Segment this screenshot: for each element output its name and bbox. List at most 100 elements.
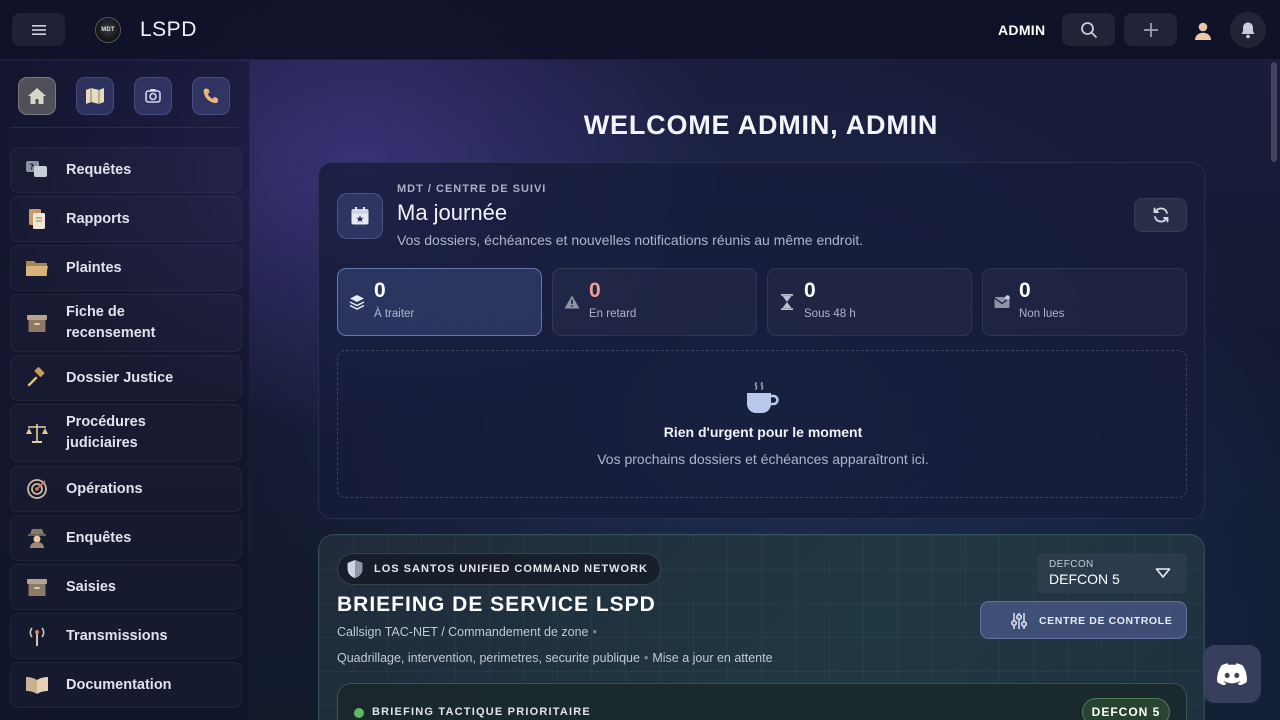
empty-subtitle: Vos prochains dossiers et échéances appa… (597, 451, 929, 467)
mail-icon (993, 293, 1011, 311)
chevron-down-icon (1155, 568, 1171, 578)
sidebar-item-rapports[interactable]: Rapports (10, 196, 242, 242)
detective-icon (25, 526, 49, 550)
profile-button[interactable] (1190, 18, 1216, 44)
control-center-button[interactable]: CENTRE DE CONTROLE (980, 601, 1187, 639)
box-icon (25, 575, 49, 599)
sidebar-item-dossier-justice[interactable]: Dossier Justice (10, 355, 242, 401)
sidebar-item-procedures[interactable]: Procédures judiciaires (10, 404, 242, 462)
sidebar-item-label: Plaintes (66, 259, 122, 276)
priority-briefing-panel[interactable]: BRIEFING TACTIQUE PRIORITAIRE DEFCON 5 (337, 683, 1187, 720)
stat-label: En retard (589, 308, 637, 320)
refresh-icon (1153, 207, 1168, 223)
briefing-title: BRIEFING DE SERVICE LSPD (337, 593, 656, 616)
empty-state: Rien d'urgent pour le moment Vos prochai… (337, 350, 1187, 498)
card-subtitle: Vos dossiers, échéances et nouvelles not… (397, 232, 864, 248)
sidebar-divider (10, 127, 238, 128)
requests-icon: ? (25, 158, 49, 182)
reports-icon (25, 207, 49, 231)
stat-label: À traiter (374, 308, 415, 320)
book-icon (25, 673, 49, 697)
target-icon (25, 477, 49, 501)
day-card: MDT / CENTRE DE SUIVI Ma journée Vos dos… (318, 162, 1205, 519)
menu-button[interactable] (12, 13, 65, 46)
sidebar-item-label: Transmissions (66, 627, 168, 644)
page-scrollbar[interactable] (1271, 62, 1277, 162)
stat-value: 0 (589, 279, 601, 302)
network-name: LOS SANTOS UNIFIED COMMAND NETWORK (374, 563, 648, 575)
sidebar-item-recensement[interactable]: Fiche de recensement (10, 294, 242, 352)
stat-within-48h[interactable]: 0 Sous 48 h (767, 268, 972, 336)
stat-unread[interactable]: 0 Non lues (982, 268, 1187, 336)
gavel-icon (25, 366, 49, 390)
briefing-scope: Quadrillage, intervention, perimetres, s… (337, 651, 773, 665)
sidebar-item-label: Dossier Justice (66, 369, 174, 386)
discord-icon (1217, 663, 1247, 685)
quick-actions (18, 77, 230, 115)
sidebar-item-plaintes[interactable]: Plaintes (10, 245, 242, 291)
defcon-select[interactable]: DEFCON DEFCON 5 (1037, 553, 1187, 593)
sidebar-item-label: Fiche de recensement (66, 304, 156, 341)
sidebar-item-operations[interactable]: Opérations (10, 466, 242, 512)
stat-to-process[interactable]: 0 À traiter (337, 268, 542, 336)
network-badge: LOS SANTOS UNIFIED COMMAND NETWORK (337, 553, 661, 585)
discord-button[interactable] (1203, 645, 1261, 703)
user-icon (1195, 22, 1211, 40)
stat-value: 0 (374, 279, 386, 302)
defcon-badge: DEFCON 5 (1082, 698, 1170, 720)
coffee-icon (747, 382, 779, 413)
archive-icon (25, 311, 49, 335)
brand-logo[interactable]: MDT (95, 17, 121, 43)
shield-icon (347, 560, 363, 578)
sidebar: ? Requêtes Rapports Plaintes Fiche de re… (0, 61, 250, 720)
priority-briefing-label: BRIEFING TACTIQUE PRIORITAIRE (372, 706, 591, 718)
sidebar-item-enquetes[interactable]: Enquêtes (10, 515, 242, 561)
sliders-icon (1010, 613, 1028, 629)
stat-value: 0 (804, 279, 816, 302)
sidebar-item-label: Requêtes (66, 161, 132, 178)
status-dot (354, 708, 364, 718)
sidebar-item-documentation[interactable]: Documentation (10, 662, 242, 708)
sidebar-item-label: Procédures judiciaires (66, 414, 146, 451)
refresh-button[interactable] (1134, 198, 1187, 232)
warning-icon (563, 293, 581, 311)
brand-name: LSPD (140, 18, 197, 41)
stat-label: Sous 48 h (804, 308, 856, 320)
card-title: Ma journée (397, 200, 508, 225)
sidebar-item-transmissions[interactable]: Transmissions (10, 613, 242, 659)
briefing-callsign: Callsign TAC-NET / Commandement de zone • (337, 625, 597, 639)
briefing-card: LOS SANTOS UNIFIED COMMAND NETWORK BRIEF… (318, 534, 1205, 720)
hourglass-icon (778, 293, 796, 311)
calendar-icon (337, 193, 383, 239)
search-button[interactable] (1062, 13, 1115, 46)
antenna-icon (25, 624, 49, 648)
scales-icon (25, 421, 49, 445)
plus-icon (1143, 22, 1158, 37)
current-user[interactable]: ADMIN (998, 22, 1045, 38)
stat-overdue[interactable]: 0 En retard (552, 268, 757, 336)
sidebar-item-saisies[interactable]: Saisies (10, 564, 242, 610)
stat-label: Non lues (1019, 308, 1065, 320)
quick-phone-button[interactable] (192, 77, 230, 115)
quick-camera-button[interactable] (134, 77, 172, 115)
sidebar-item-requetes[interactable]: ? Requêtes (10, 147, 242, 193)
quick-home-button[interactable] (18, 77, 56, 115)
sidebar-item-label: Enquêtes (66, 529, 132, 546)
bell-icon (1241, 22, 1255, 39)
sidebar-item-label: Opérations (66, 480, 143, 497)
sidebar-item-label: Saisies (66, 578, 116, 595)
defcon-select-label: DEFCON (1049, 559, 1094, 570)
phone-icon (203, 88, 219, 104)
folder-icon (25, 256, 49, 280)
quick-map-button[interactable] (76, 77, 114, 115)
top-bar: MDT LSPD ADMIN (0, 0, 1280, 60)
search-icon (1080, 21, 1097, 38)
defcon-select-value: DEFCON 5 (1049, 571, 1120, 587)
hamburger-icon (31, 24, 46, 35)
card-eyebrow: MDT / CENTRE DE SUIVI (397, 183, 547, 195)
camera-icon (145, 89, 161, 103)
add-button[interactable] (1124, 13, 1177, 46)
home-icon (28, 88, 46, 104)
stat-value: 0 (1019, 279, 1031, 302)
notifications-button[interactable] (1230, 12, 1266, 48)
